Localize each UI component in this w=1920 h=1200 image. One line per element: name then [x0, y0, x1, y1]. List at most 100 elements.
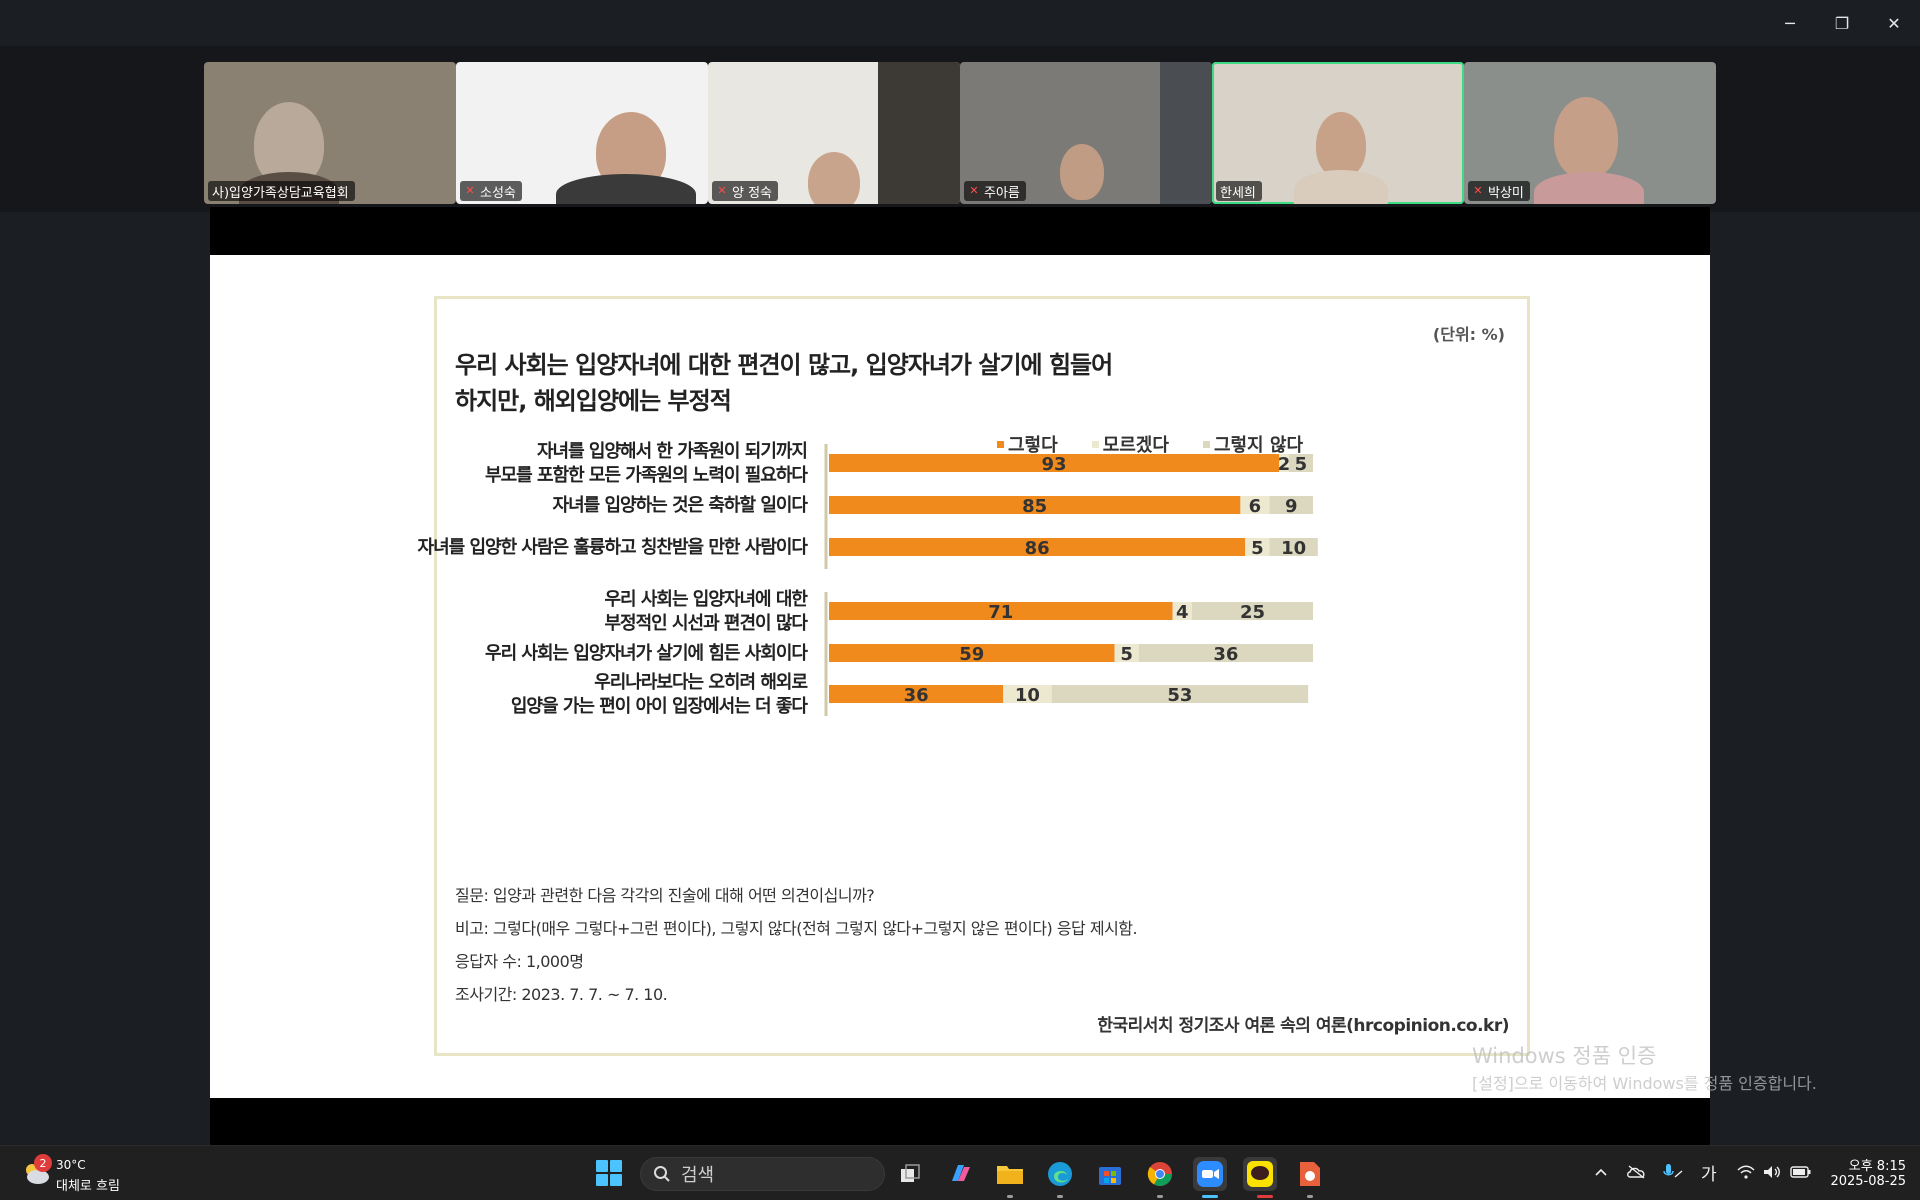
clock-time[interactable]: 오후 8:15: [1836, 1155, 1906, 1174]
participant-tile[interactable]: ✕ 양 정숙: [708, 62, 960, 204]
taskbar: 2 30°C 대체로 흐림 검색 가 오후 8:15 2025-08-25: [0, 1145, 1920, 1200]
mic-muted-icon: ✕: [1473, 184, 1483, 197]
shared-slide: (단위: %) 우리 사회는 입양자녀에 대한 편견이 많고, 입양자녀가 살기…: [210, 255, 1710, 1098]
participant-name-tag: ✕ 소성숙: [460, 181, 522, 201]
participant-name: 주아름: [984, 185, 1020, 201]
mic-muted-icon: ✕: [717, 184, 727, 197]
participant-name-tag: ✕ 박상미: [1468, 181, 1530, 201]
participant-name: 양 정숙: [732, 185, 773, 201]
participant-tile[interactable]: ✕ 박상미: [1464, 62, 1716, 204]
window-titlebar: ─ ❐ ✕: [0, 0, 1920, 46]
search-icon: [654, 1166, 670, 1182]
search-placeholder: 검색: [681, 1165, 715, 1186]
show-hidden-icons-chevron-icon[interactable]: [1594, 1160, 1608, 1184]
participant-name-tag: ✕ 주아름: [964, 181, 1026, 201]
windows-logo-icon: [610, 1160, 622, 1172]
data-label: 25: [1240, 602, 1265, 623]
data-label: 36: [904, 685, 929, 706]
participant-name-tag: ✕ 양 정숙: [712, 181, 779, 201]
data-label: 5: [1251, 538, 1264, 559]
ime-indicator[interactable]: 가: [1701, 1160, 1717, 1185]
running-indicator: [1157, 1195, 1163, 1198]
data-label: 86: [1025, 538, 1050, 559]
microsoft-store-icon[interactable]: [1093, 1157, 1127, 1191]
battery-icon[interactable]: [1790, 1160, 1812, 1184]
data-label: 10: [1015, 685, 1040, 706]
running-indicator: [1307, 1195, 1313, 1198]
participant-name: 한세희: [1220, 185, 1256, 201]
onedrive-icon[interactable]: [1626, 1160, 1646, 1184]
note-remark: 비고: 그렇다(매우 그렇다+그런 편이다), 그렇지 않다(전혀 그렇지 않다…: [455, 919, 1138, 938]
data-label: 71: [988, 602, 1013, 623]
powerpoint-viewer-icon[interactable]: [1293, 1157, 1327, 1191]
stacked-bar-chart: 자녀를 입양해서 한 가족원이 되기까지부모를 포함한 모든 가족원의 노력이 …: [418, 440, 1318, 717]
participant-name: 박상미: [1488, 185, 1524, 201]
participant-body: [556, 174, 696, 204]
data-label: 9: [1285, 496, 1298, 517]
clock-date[interactable]: 2025-08-25: [1820, 1174, 1906, 1189]
data-label: 5: [1295, 454, 1308, 475]
wifi-icon[interactable]: [1736, 1160, 1756, 1184]
data-label: 6: [1249, 496, 1262, 517]
weather-description: 대체로 흐림: [56, 1179, 120, 1194]
data-label: 5: [1120, 644, 1133, 665]
participant-name-tag: 사)입양가족상담교육협회: [208, 181, 355, 201]
start-button[interactable]: [596, 1160, 622, 1186]
mic-muted-icon: ✕: [969, 184, 979, 197]
participant-tile-active[interactable]: 한세희: [1212, 62, 1464, 204]
kakaotalk-icon[interactable]: [1243, 1157, 1277, 1191]
weather-temperature: 30°C: [56, 1158, 86, 1172]
participant-name: 소성숙: [480, 185, 516, 201]
running-indicator: [1257, 1195, 1273, 1198]
copilot-icon[interactable]: [943, 1157, 977, 1191]
edge-browser-icon[interactable]: [1043, 1157, 1077, 1191]
windows-logo-icon: [610, 1174, 622, 1186]
activation-watermark-title: Windows 정품 인증: [1472, 1044, 1657, 1068]
participant-avatar: [808, 152, 860, 204]
participant-body: [1534, 172, 1644, 204]
task-view-icon[interactable]: [893, 1157, 927, 1191]
source-credit: 한국리서치 정기조사 여론 속의 여론(hrcopinion.co.kr): [1097, 1016, 1509, 1036]
participant-tile[interactable]: ✕ 소성숙: [456, 62, 708, 204]
data-label: 59: [959, 644, 984, 665]
note-respondents: 응답자 수: 1,000명: [455, 952, 584, 971]
slide-frame: (단위: %) 우리 사회는 입양자녀에 대한 편견이 많고, 입양자녀가 살기…: [418, 296, 1530, 1056]
participant-tile[interactable]: ✕ 주아름: [960, 62, 1212, 204]
data-label: 10: [1281, 538, 1306, 559]
volume-icon[interactable]: [1762, 1160, 1782, 1184]
active-indicator: [1202, 1195, 1218, 1198]
notification-badge: 2: [34, 1154, 52, 1172]
category-label: 자녀를 입양한 사람은 훌륭하고 칭찬받을 만한 사람이다: [418, 536, 809, 558]
microphone-location-icon[interactable]: [1662, 1160, 1684, 1184]
participant-tile[interactable]: 사)입양가족상담교육협회: [204, 62, 456, 204]
data-label: 36: [1213, 644, 1238, 665]
windows-logo-icon: [596, 1174, 608, 1186]
participant-body: [1160, 62, 1212, 204]
close-button[interactable]: ✕: [1868, 0, 1920, 46]
windows-logo-icon: [596, 1160, 608, 1172]
data-label: 53: [1167, 685, 1192, 706]
weather-widget[interactable]: 2 30°C 대체로 흐림: [18, 1154, 168, 1194]
file-explorer-icon[interactable]: [993, 1157, 1027, 1191]
zoom-app-icon[interactable]: [1193, 1157, 1227, 1191]
data-label: 93: [1042, 454, 1067, 475]
taskbar-search[interactable]: 검색: [640, 1157, 885, 1191]
category-label: 자녀를 입양하는 것은 축하할 일이다: [553, 494, 809, 516]
minimize-button[interactable]: ─: [1764, 0, 1816, 46]
data-label: 85: [1022, 496, 1047, 517]
category-label: 우리 사회는 입양자녀가 살기에 힘든 사회이다: [485, 642, 808, 664]
mic-muted-icon: ✕: [465, 184, 475, 197]
running-indicator: [1007, 1195, 1013, 1198]
category-label: 입양을 가는 편이 아이 입장에서는 더 좋다: [511, 695, 809, 717]
chrome-browser-icon[interactable]: [1143, 1157, 1177, 1191]
note-question: 질문: 입양과 관련한 다음 각각의 진술에 대해 어떤 의견이십니까?: [455, 886, 875, 905]
participant-name: 사)입양가족상담교육협회: [212, 185, 349, 201]
participant-body: [878, 62, 960, 204]
restore-button[interactable]: ❐: [1816, 0, 1868, 46]
data-label: 4: [1176, 602, 1189, 623]
category-label: 부정적인 시선과 편견이 많다: [604, 613, 808, 634]
participant-avatar: [1316, 112, 1366, 178]
participant-avatar: [1554, 97, 1618, 179]
note-period: 조사기간: 2023. 7. 7. ~ 7. 10.: [455, 985, 668, 1004]
participant-body: [1294, 170, 1388, 204]
